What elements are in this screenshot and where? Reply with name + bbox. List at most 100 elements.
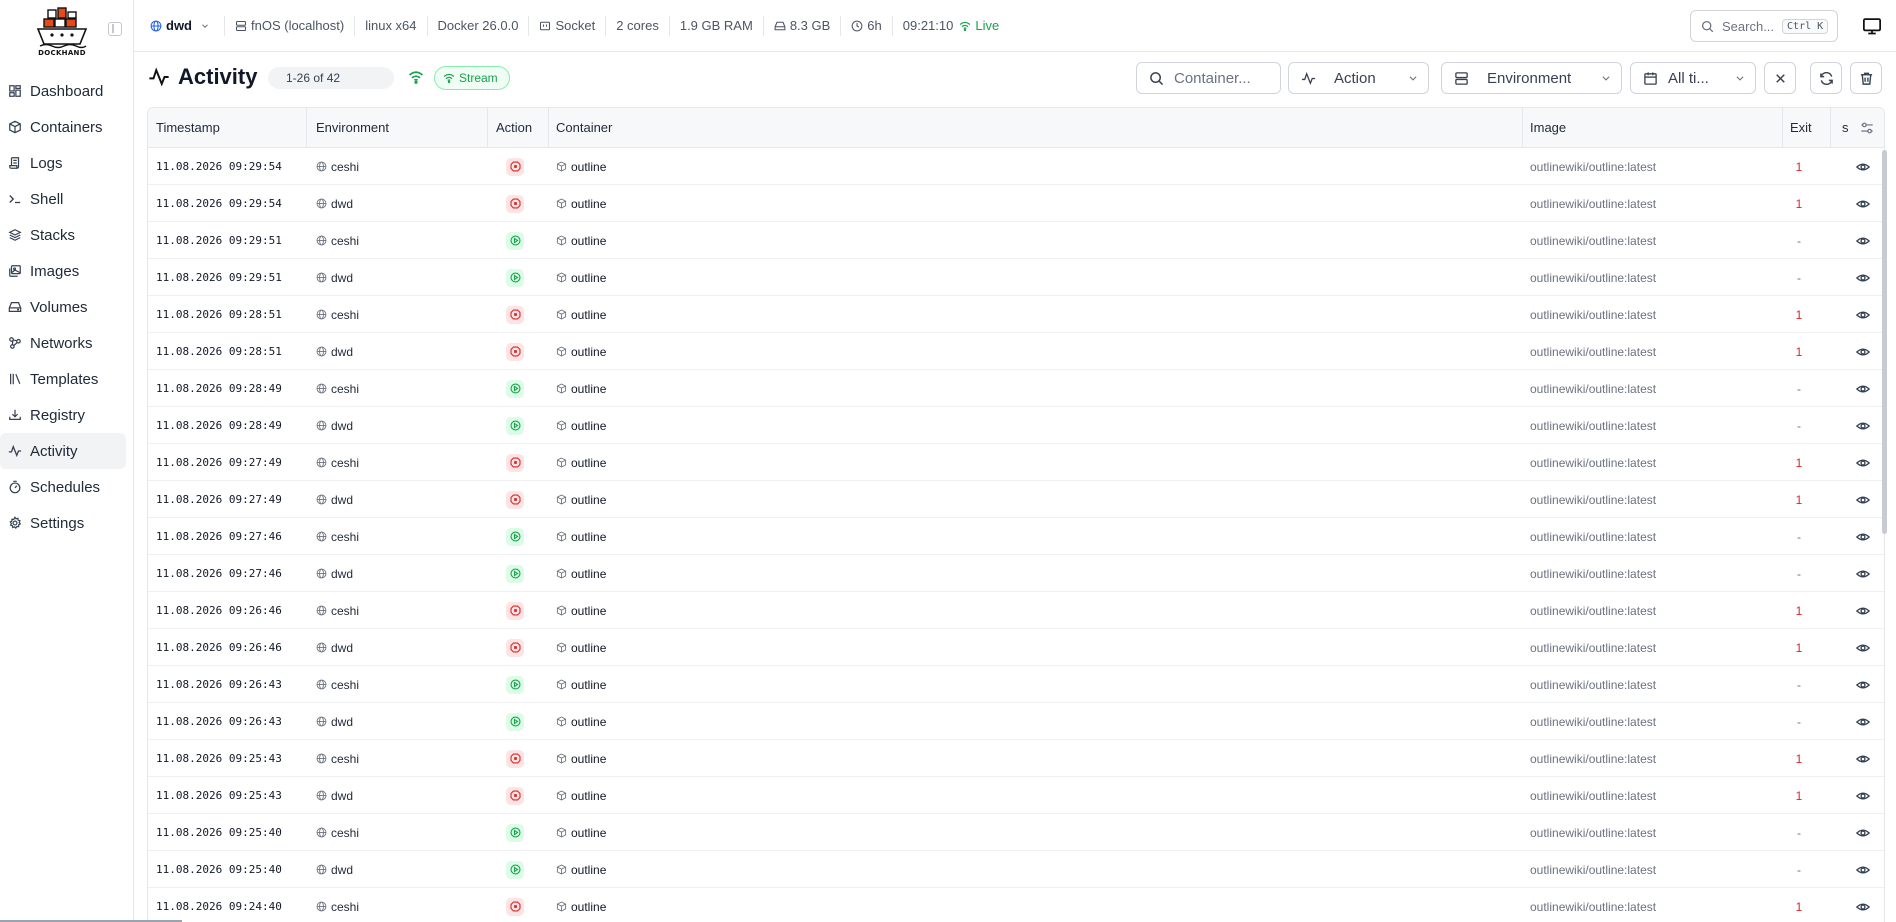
view-details-button[interactable] xyxy=(1856,555,1870,592)
stream-toggle[interactable]: Stream xyxy=(434,66,510,90)
table-row[interactable]: 11.08.2026 09:27:49 ceshi outline outlinewi… xyxy=(148,444,1884,481)
row-exit-code: 1 xyxy=(1795,307,1803,322)
search-icon xyxy=(1150,71,1164,85)
table-row[interactable]: 11.08.2026 09:25:40 dwd outline outlinewiki… xyxy=(148,851,1884,888)
table-row[interactable]: 11.08.2026 09:29:51 ceshi outline outlinewi… xyxy=(148,222,1884,259)
globe-icon xyxy=(316,346,327,357)
sidebar-item-logs[interactable]: Logs xyxy=(0,145,134,181)
sidebar-item-stacks[interactable]: Stacks xyxy=(0,217,134,253)
table-row[interactable]: 11.08.2026 09:26:43 ceshi outline outlinewi… xyxy=(148,666,1884,703)
table-row[interactable]: 11.08.2026 09:29:54 ceshi outline outlinewi… xyxy=(148,148,1884,185)
monitor-icon[interactable] xyxy=(1862,16,1882,36)
column-settings-icon[interactable] xyxy=(1860,121,1874,135)
container-filter-input[interactable]: Container... xyxy=(1136,62,1281,94)
scroll-icon xyxy=(8,156,22,170)
global-search-button[interactable]: Search... Ctrl K xyxy=(1690,10,1838,42)
column-header-action[interactable]: Action xyxy=(496,108,532,148)
sidebar-item-volumes[interactable]: Volumes xyxy=(0,289,134,325)
table-row[interactable]: 11.08.2026 09:24:40 ceshi outline outlinewi… xyxy=(148,888,1884,922)
globe-icon xyxy=(316,790,327,801)
column-header-image[interactable]: Image xyxy=(1530,108,1566,148)
view-details-button[interactable] xyxy=(1856,222,1870,259)
sidebar-item-shell[interactable]: Shell xyxy=(0,181,134,217)
table-row[interactable]: 11.08.2026 09:25:43 ceshi outline outlinewi… xyxy=(148,740,1884,777)
row-environment: ceshi xyxy=(316,814,359,851)
sidebar-item-registry[interactable]: Registry xyxy=(0,397,134,433)
view-details-button[interactable] xyxy=(1856,629,1870,666)
view-details-button[interactable] xyxy=(1856,333,1870,370)
table-row[interactable]: 11.08.2026 09:25:40 ceshi outline outlinewi… xyxy=(148,814,1884,851)
sidebar-collapse-icon[interactable] xyxy=(108,22,122,36)
refresh-button[interactable] xyxy=(1810,62,1842,94)
view-details-button[interactable] xyxy=(1856,407,1870,444)
table-row[interactable]: 11.08.2026 09:28:49 dwd outline outlinewiki… xyxy=(148,407,1884,444)
view-details-button[interactable] xyxy=(1856,592,1870,629)
table-row[interactable]: 11.08.2026 09:27:46 dwd outline outlinewiki… xyxy=(148,555,1884,592)
chevron-down-icon xyxy=(202,23,208,28)
sidebar-item-schedules[interactable]: Schedules xyxy=(0,469,134,505)
environment-selector[interactable]: dwd xyxy=(134,16,224,36)
row-image: outlinewiki/outline:latest xyxy=(1530,270,1657,285)
row-image: outlinewiki/outline:latest xyxy=(1530,788,1657,803)
table-row[interactable]: 11.08.2026 09:27:49 dwd outline outlinewiki… xyxy=(148,481,1884,518)
column-header-timestamp[interactable]: Timestamp xyxy=(156,108,220,148)
table-row[interactable]: 11.08.2026 09:28:51 ceshi outline outlinewi… xyxy=(148,296,1884,333)
table-row[interactable]: 11.08.2026 09:25:43 dwd outline outlinewiki… xyxy=(148,777,1884,814)
sidebar-item-dashboard[interactable]: Dashboard xyxy=(0,73,134,109)
table-row[interactable]: 11.08.2026 09:26:46 dwd outline outlinewiki… xyxy=(148,629,1884,666)
column-header-environment[interactable]: Environment xyxy=(316,108,389,148)
view-details-button[interactable] xyxy=(1856,296,1870,333)
view-details-button[interactable] xyxy=(1856,814,1870,851)
view-details-button[interactable] xyxy=(1856,444,1870,481)
eye-icon xyxy=(1856,311,1870,318)
eye-icon xyxy=(1856,644,1870,651)
sidebar-item-label: Settings xyxy=(30,514,85,532)
sidebar-item-containers[interactable]: Containers xyxy=(0,109,134,145)
view-details-button[interactable] xyxy=(1856,666,1870,703)
view-details-button[interactable] xyxy=(1856,259,1870,296)
sidebar-item-images[interactable]: Images xyxy=(0,253,134,289)
cores-label: 2 cores xyxy=(616,18,659,33)
view-details-button[interactable] xyxy=(1856,148,1870,185)
row-environment-label: dwd xyxy=(331,862,354,877)
table-row[interactable]: 11.08.2026 09:26:46 ceshi outline outlinewi… xyxy=(148,592,1884,629)
environment-name: dwd xyxy=(166,18,192,33)
eye-icon xyxy=(1856,385,1870,392)
sidebar-item-activity[interactable]: Activity xyxy=(0,433,126,469)
sidebar-item-networks[interactable]: Networks xyxy=(0,325,134,361)
row-container-label: outline xyxy=(571,233,607,248)
table-row[interactable]: 11.08.2026 09:29:54 dwd outline outlinewiki… xyxy=(148,185,1884,222)
sidebar-item-templates[interactable]: Templates xyxy=(0,361,134,397)
table-row[interactable]: 11.08.2026 09:26:43 dwd outline outlinewiki… xyxy=(148,703,1884,740)
row-exit-code: - xyxy=(1797,825,1801,840)
view-details-button[interactable] xyxy=(1856,851,1870,888)
start-action-icon xyxy=(506,712,524,731)
view-details-button[interactable] xyxy=(1856,481,1870,518)
environment-filter-select[interactable]: Environment xyxy=(1441,62,1622,94)
sidebar-item-label: Images xyxy=(30,262,80,280)
view-details-button[interactable] xyxy=(1856,703,1870,740)
view-details-button[interactable] xyxy=(1856,888,1870,922)
time-range-select[interactable]: All ti... xyxy=(1630,62,1756,94)
view-details-button[interactable] xyxy=(1856,370,1870,407)
column-header-container[interactable]: Container xyxy=(556,108,612,148)
row-environment: dwd xyxy=(316,629,353,666)
sidebar-item-settings[interactable]: Settings xyxy=(0,505,134,541)
stream-label: Stream xyxy=(459,71,498,85)
delete-activity-button[interactable] xyxy=(1850,62,1882,94)
view-details-button[interactable] xyxy=(1856,740,1870,777)
view-details-button[interactable] xyxy=(1856,777,1870,814)
view-details-button[interactable] xyxy=(1856,518,1870,555)
row-container: outline xyxy=(556,777,606,814)
row-timestamp: 11.08.2026 09:26:43 xyxy=(156,678,282,691)
row-container-label: outline xyxy=(571,751,607,766)
table-row[interactable]: 11.08.2026 09:29:51 dwd outline outlinewiki… xyxy=(148,259,1884,296)
column-header-exit[interactable]: Exit xyxy=(1790,108,1812,148)
view-details-button[interactable] xyxy=(1856,185,1870,222)
table-row[interactable]: 11.08.2026 09:28:51 dwd outline outlinewiki… xyxy=(148,333,1884,370)
action-filter-select[interactable]: Action xyxy=(1288,62,1429,94)
clear-filters-button[interactable] xyxy=(1764,62,1796,94)
table-row[interactable]: 11.08.2026 09:28:49 ceshi outline outlinewi… xyxy=(148,370,1884,407)
vertical-scrollbar[interactable] xyxy=(1882,150,1887,534)
table-row[interactable]: 11.08.2026 09:27:46 ceshi outline outlinewi… xyxy=(148,518,1884,555)
